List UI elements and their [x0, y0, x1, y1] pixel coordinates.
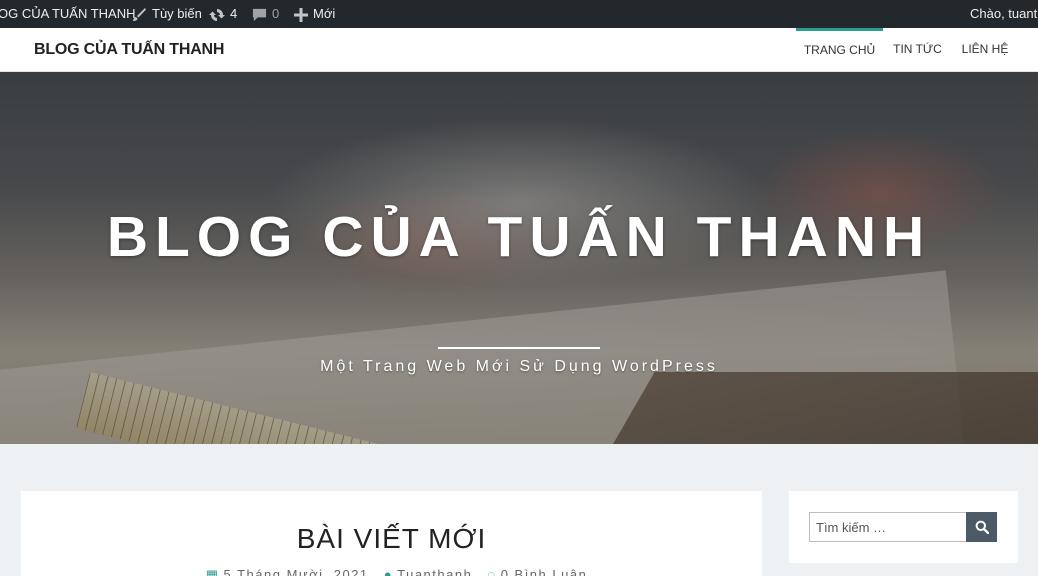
post-author[interactable]: Tuanthanh [397, 567, 472, 576]
brush-icon [133, 7, 146, 21]
post-date[interactable]: 5 Tháng Mười, 2021 [223, 567, 368, 576]
new-label: Mới [313, 6, 336, 21]
admin-bar-comments[interactable]: 0 [252, 0, 279, 28]
plus-icon [294, 7, 308, 22]
search-button[interactable] [966, 512, 997, 542]
refresh-icon [209, 8, 225, 21]
admin-bar-updates[interactable]: 4 [209, 0, 237, 28]
comment-icon [252, 8, 267, 22]
nav-item-lien-he[interactable]: LIÊN HỆ [958, 28, 1012, 72]
calendar-icon: ▦ [205, 567, 220, 576]
user-icon: ● [383, 567, 394, 576]
post-card: BÀI VIẾT MỚI ▦ 5 Tháng Mười, 2021 ● Tuanth… [21, 491, 762, 576]
search-icon [975, 520, 989, 534]
admin-bar: OG CỦA TUẤN THANH Tùy biến 4 0 Mới Chào,… [0, 0, 1038, 28]
updates-count: 4 [230, 6, 238, 21]
site-header: BLOG CỦA TUẤN THANH TRANG CHỦ TIN TỨC LI… [0, 28, 1038, 72]
post-comments[interactable]: 0 Bình Luận [501, 567, 588, 576]
sidebar-search-widget [789, 491, 1018, 563]
admin-bar-greeting[interactable]: Chào, tuantha [970, 0, 1038, 28]
customize-label: Tùy biến [152, 6, 202, 21]
search-input[interactable] [809, 512, 967, 542]
comments-icon: ◌ [487, 567, 497, 576]
hero-divider [438, 347, 600, 349]
nav-item-trang-chu[interactable]: TRANG CHỦ [796, 28, 883, 72]
hero-banner: BLOG CỦA TUẤN THANH Một Trang Web Mới Sử… [0, 72, 1038, 444]
site-title[interactable]: BLOG CỦA TUẤN THANH [34, 28, 224, 72]
admin-bar-new[interactable]: Mới [294, 0, 335, 28]
admin-bar-customize[interactable]: Tùy biến [131, 0, 202, 28]
post-meta: ▦ 5 Tháng Mười, 2021 ● Tuanthanh ◌ 0 Bình L… [21, 567, 762, 576]
hero-title: BLOG CỦA TUẤN THANH [106, 205, 932, 269]
admin-bar-site-name[interactable]: OG CỦA TUẤN THANH [0, 0, 135, 28]
comments-count: 0 [272, 6, 280, 21]
hero-tagline: Một Trang Web Mới Sử Dụng WordPress [320, 358, 718, 375]
post-title[interactable]: BÀI VIẾT MỚI [21, 523, 762, 555]
nav-item-tin-tuc[interactable]: TIN TỨC [889, 28, 946, 72]
